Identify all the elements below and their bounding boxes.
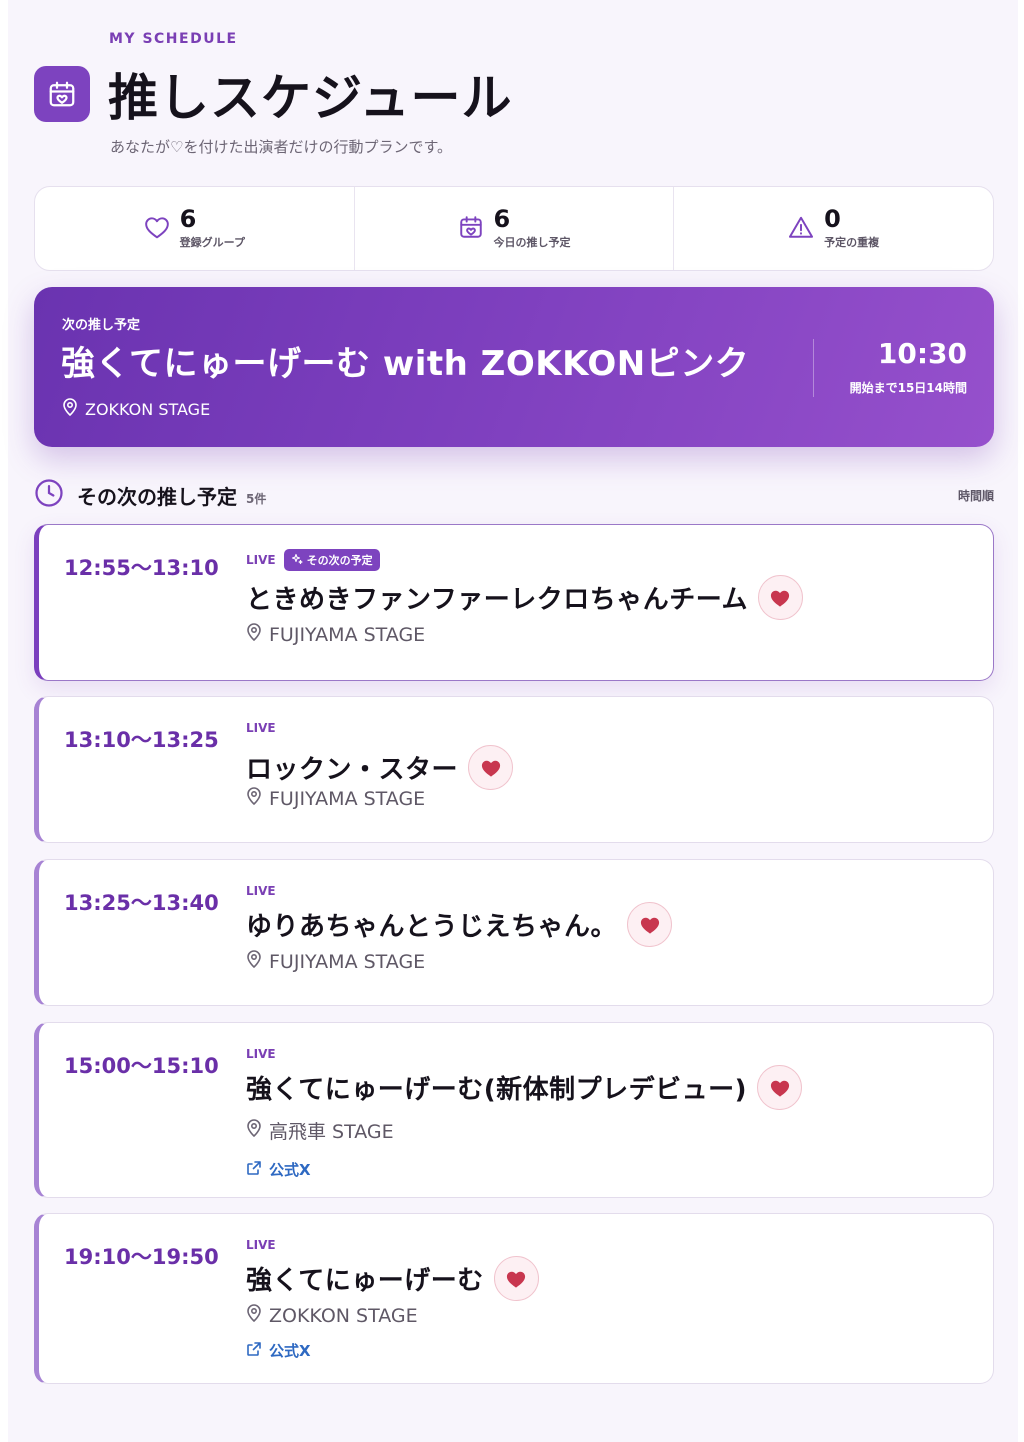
official-x-link[interactable]: 公式X: [246, 1340, 311, 1361]
card-type-row: LIVE: [246, 721, 276, 735]
page-eyebrow: MY SCHEDULE: [109, 31, 238, 47]
next-up-badge-label: その次の予定: [306, 554, 373, 567]
schedule-card[interactable]: 13:25〜13:40 LIVE ゆりあちゃんとうじえちゃん。 FUJIYAMA…: [34, 859, 994, 1006]
card-stage-name: FUJIYAMA STAGE: [269, 950, 426, 973]
card-stage: ZOKKON STAGE: [246, 1304, 418, 1327]
card-name-row: 強くてにゅーげーむ: [246, 1256, 539, 1301]
location-pin-icon: [62, 398, 78, 420]
schedule-card[interactable]: 15:00〜15:10 LIVE 強くてにゅーげーむ(新体制プレデビュー) 高飛…: [34, 1022, 994, 1198]
card-name-row: ゆりあちゃんとうじえちゃん。: [246, 902, 673, 947]
sparkle-icon: [291, 553, 303, 568]
schedule-card[interactable]: 19:10〜19:50 LIVE 強くてにゅーげーむ ZOKKON STAGE: [34, 1213, 994, 1384]
stat-label: 登録グループ: [179, 236, 245, 250]
next-up-badge: その次の予定: [283, 549, 380, 571]
official-x-link[interactable]: 公式X: [246, 1159, 311, 1180]
hero-divider: [813, 339, 814, 397]
card-time: 13:25〜13:40: [64, 891, 219, 915]
card-name: ときめきファンファーレクロちゃんチーム: [246, 585, 748, 615]
stat-value: 6: [179, 204, 197, 233]
card-type-row: LIVE その次の予定: [246, 549, 380, 571]
next-plan-countdown: 開始まで15日14時間: [849, 381, 967, 395]
page-title: 推しスケジュール: [108, 69, 513, 127]
sort-label[interactable]: 時間順: [958, 487, 994, 504]
page-subtitle: あなたが♡を付けた出演者だけの行動プランです。: [110, 138, 452, 156]
location-pin-icon: [246, 950, 262, 973]
card-name-row: ロックン・スター: [246, 745, 514, 790]
upcoming-section-title: その次の推し予定: [77, 484, 237, 509]
card-name-row: 強くてにゅーげーむ(新体制プレデビュー): [246, 1065, 802, 1110]
next-plan-card[interactable]: 次の推し予定 強くてにゅーげーむ with ZOKKONピンク ZOKKON S…: [34, 287, 994, 447]
schedule-card[interactable]: 12:55〜13:10 LIVE その次の予定 ときめきファンファーレクロちゃん…: [34, 524, 994, 681]
heart-icon: [771, 590, 790, 607]
card-name: ロックン・スター: [246, 755, 459, 785]
card-time: 13:10〜13:25: [64, 728, 219, 752]
card-type: LIVE: [246, 1238, 276, 1252]
favorite-button[interactable]: [757, 1065, 802, 1110]
card-time: 12:55〜13:10: [64, 556, 219, 580]
official-x-link-label: 公式X: [269, 1342, 311, 1360]
stat-value: 6: [493, 204, 511, 233]
card-name: ゆりあちゃんとうじえちゃん。: [246, 912, 618, 942]
warning-icon: [788, 215, 814, 243]
stat-today-plans: 6 今日の推し予定: [353, 187, 674, 270]
heart-icon: [640, 917, 659, 934]
next-plan-time: 10:30: [877, 337, 967, 370]
stat-value: 0: [824, 204, 841, 233]
card-name-row: ときめきファンファーレクロちゃんチーム: [246, 575, 803, 620]
favorite-button[interactable]: [493, 1256, 539, 1301]
card-type: LIVE: [246, 1047, 276, 1061]
calendar-heart-icon: [458, 214, 484, 244]
heart-outline-icon: [144, 215, 170, 243]
stat-conflicts: 0 予定の重複: [673, 187, 993, 270]
card-type-row: LIVE: [246, 884, 276, 898]
next-plan-stage: ZOKKON STAGE: [62, 398, 210, 420]
next-plan-label: 次の推し予定: [62, 318, 141, 333]
card-time: 15:00〜15:10: [64, 1054, 219, 1078]
card-type-row: LIVE: [246, 1238, 276, 1252]
card-type-row: LIVE: [246, 1047, 276, 1061]
card-name: 強くてにゅーげーむ(新体制プレデビュー): [246, 1075, 747, 1105]
card-stage-name: FUJIYAMA STAGE: [269, 787, 426, 810]
favorite-button[interactable]: [468, 745, 514, 790]
card-stage-name: 高飛車 STAGE: [269, 1121, 394, 1143]
official-x-link-label: 公式X: [269, 1161, 311, 1179]
card-stage: FUJIYAMA STAGE: [246, 787, 425, 810]
schedule-card[interactable]: 13:10〜13:25 LIVE ロックン・スター FUJIYAMA STAGE: [34, 696, 994, 843]
stat-label: 予定の重複: [824, 236, 880, 250]
heart-icon: [770, 1080, 789, 1097]
page-background: MY SCHEDULE 推しスケジュール あなたが♡を付けた出演者だけの行動プラ…: [8, 0, 1018, 1442]
card-type: LIVE: [246, 553, 276, 567]
card-type: LIVE: [246, 884, 276, 898]
favorite-button[interactable]: [757, 575, 803, 620]
card-time: 19:10〜19:50: [64, 1245, 219, 1269]
heart-icon: [481, 760, 500, 777]
location-pin-icon: [246, 623, 262, 646]
calendar-heart-icon: [34, 66, 90, 122]
card-stage: FUJIYAMA STAGE: [246, 623, 425, 646]
stat-label: 今日の推し予定: [493, 236, 571, 250]
card-stage: 高飛車 STAGE: [246, 1117, 394, 1144]
stats-panel: 6 登録グループ 6 今日の推し予定 0 予定の重複: [34, 186, 994, 271]
location-pin-icon: [246, 1119, 262, 1142]
next-plan-name: 強くてにゅーげーむ with ZOKKONピンク: [61, 344, 750, 384]
card-stage-name: FUJIYAMA STAGE: [269, 623, 426, 646]
card-name: 強くてにゅーげーむ: [246, 1266, 484, 1296]
location-pin-icon: [246, 787, 262, 810]
card-type: LIVE: [246, 721, 276, 735]
external-link-icon: [246, 1341, 262, 1361]
card-stage-name: ZOKKON STAGE: [269, 1304, 418, 1327]
heart-icon: [507, 1271, 526, 1288]
upcoming-section-header: その次の推し予定 5件 時間順: [34, 478, 994, 512]
next-plan-stage-name: ZOKKON STAGE: [85, 399, 211, 419]
card-stage: FUJIYAMA STAGE: [246, 950, 425, 973]
favorite-button[interactable]: [627, 902, 673, 947]
location-pin-icon: [246, 1304, 262, 1327]
clock-icon: [34, 478, 64, 512]
upcoming-count: 5件: [246, 491, 267, 506]
stat-registered-groups: 6 登録グループ: [35, 187, 354, 270]
external-link-icon: [246, 1160, 262, 1180]
